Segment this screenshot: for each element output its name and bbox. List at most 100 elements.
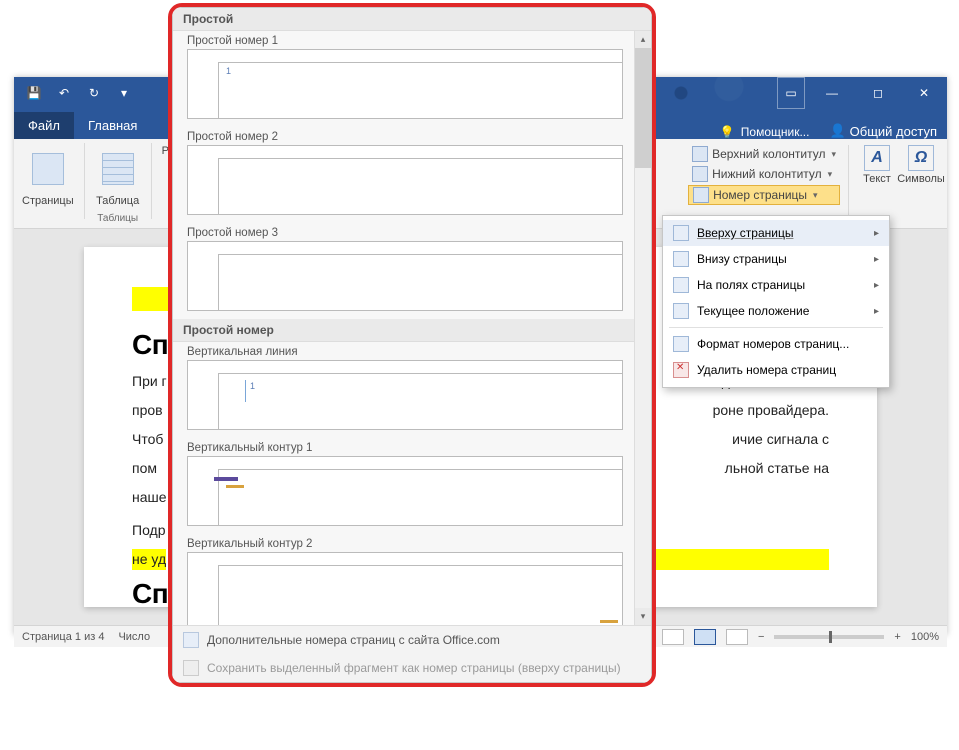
- zoom-out-icon[interactable]: −: [758, 631, 764, 643]
- gallery-item-simple-2[interactable]: [187, 145, 623, 215]
- submenu-current-position[interactable]: Текущее положение▸: [663, 298, 889, 324]
- para-frag: роне провайдера.: [713, 400, 829, 421]
- remove-icon: [673, 362, 689, 378]
- gallery-item-vertical-contour-2[interactable]: [187, 552, 623, 625]
- gallery-save-selection: Сохранить выделенный фрагмент как номер …: [173, 654, 651, 682]
- table-label: Таблица: [96, 195, 139, 207]
- symbols-icon: Ω: [908, 145, 934, 171]
- page-number-button[interactable]: Номер страницы: [688, 185, 840, 205]
- header-button[interactable]: Верхний колонтитул: [688, 145, 840, 163]
- view-print-icon[interactable]: [694, 629, 716, 645]
- para-frag: наше: [132, 489, 167, 505]
- symbols-label: Символы: [897, 173, 945, 185]
- gallery-more-office[interactable]: Дополнительные номера страниц с сайта Of…: [173, 626, 651, 654]
- office-icon: [183, 632, 199, 648]
- tables-group-label: Таблицы: [97, 213, 138, 224]
- para-frag: При г: [132, 371, 167, 392]
- submenu-page-margins[interactable]: На полях страницы▸: [663, 272, 889, 298]
- submenu-label: На полях страницы: [697, 278, 805, 292]
- para-frag: пров: [132, 400, 163, 421]
- gallery-footer-label: Дополнительные номера страниц с сайта Of…: [207, 633, 500, 647]
- submenu-format-numbers[interactable]: Формат номеров страниц...: [663, 331, 889, 357]
- submenu-remove-numbers[interactable]: Удалить номера страниц: [663, 357, 889, 383]
- ribbon-display-icon[interactable]: ▭: [777, 77, 805, 109]
- footer-button[interactable]: Нижний колонтитул: [688, 165, 840, 183]
- minimize-icon[interactable]: —: [809, 77, 855, 109]
- pages-label: Страницы: [22, 195, 74, 207]
- status-page[interactable]: Страница 1 из 4: [22, 631, 104, 643]
- tell-me[interactable]: 💡 Помощник...: [710, 125, 820, 139]
- scroll-up-icon[interactable]: ▴: [635, 31, 651, 48]
- page-number-gallery: Простой Простой номер 1 1 Простой номер …: [168, 3, 656, 687]
- text-button[interactable]: A Текст: [857, 145, 897, 185]
- undo-icon[interactable]: ↶: [50, 81, 78, 105]
- format-icon: [673, 336, 689, 352]
- submenu-label: Внизу страницы: [697, 252, 787, 266]
- para-frag: Чтоб: [132, 429, 163, 450]
- submenu-label: Вверху страницы: [697, 226, 793, 240]
- scroll-thumb[interactable]: [635, 48, 651, 168]
- pages-button[interactable]: [25, 145, 71, 193]
- share-button[interactable]: 👤 Общий доступ: [819, 123, 947, 139]
- gallery-item-label: Вертикальный контур 1: [179, 438, 631, 456]
- gallery-item-label: Простой номер 3: [179, 223, 631, 241]
- page-icon: [32, 153, 64, 185]
- page-margins-icon: [673, 277, 689, 293]
- person-icon: 👤: [829, 123, 845, 139]
- submenu-top-of-page[interactable]: Вверху страницы▸: [663, 220, 889, 246]
- header-icon: [692, 146, 708, 162]
- redo-icon[interactable]: ↻: [80, 81, 108, 105]
- quick-access-toolbar: 💾 ↶ ↻ ▾: [14, 81, 144, 105]
- title-decoration: [657, 77, 777, 109]
- gallery-item-vertical-contour-1[interactable]: [187, 456, 623, 526]
- lightbulb-icon: 💡: [720, 125, 735, 139]
- table-button[interactable]: [95, 145, 141, 193]
- zoom-in-icon[interactable]: +: [894, 631, 900, 643]
- current-pos-icon: [673, 303, 689, 319]
- submenu-label: Текущее положение: [697, 304, 809, 318]
- page-number-submenu: Вверху страницы▸ Внизу страницы▸ На поля…: [662, 215, 890, 388]
- qat-customize-icon[interactable]: ▾: [110, 81, 138, 105]
- pages-group: Страницы: [20, 143, 76, 209]
- gallery-item-simple-1[interactable]: 1: [187, 49, 623, 119]
- tab-file[interactable]: Файл: [14, 112, 74, 139]
- save-selection-icon: [183, 660, 199, 676]
- view-web-icon[interactable]: [726, 629, 748, 645]
- view-read-icon[interactable]: [662, 629, 684, 645]
- gallery-item-simple-3[interactable]: [187, 241, 623, 311]
- submenu-label: Удалить номера страниц: [697, 363, 836, 377]
- symbols-button[interactable]: Ω Символы: [901, 145, 941, 185]
- table-icon: [102, 153, 134, 185]
- footer-icon: [692, 166, 708, 182]
- close-icon[interactable]: ✕: [901, 77, 947, 109]
- para-frag: Подр: [132, 522, 166, 538]
- maximize-icon[interactable]: ◻: [855, 77, 901, 109]
- status-words[interactable]: Число: [118, 631, 150, 643]
- tell-me-label: Помощник...: [741, 125, 810, 139]
- share-label: Общий доступ: [850, 124, 937, 139]
- para-highlight: [628, 549, 829, 570]
- para-frag: ичие сигнала с: [732, 429, 829, 450]
- gallery-category-plain: Простой номер: [173, 319, 637, 342]
- text-label: Текст: [863, 173, 891, 185]
- para-frag: льной статье на: [725, 458, 829, 479]
- header-footer-group: Верхний колонтитул Нижний колонтитул Ном…: [688, 143, 941, 221]
- page-bottom-icon: [673, 251, 689, 267]
- gallery-item-vertical-line[interactable]: 1: [187, 360, 623, 430]
- gallery-item-label: Вертикальная линия: [179, 342, 631, 360]
- gallery-item-label: Простой номер 2: [179, 127, 631, 145]
- tab-home[interactable]: Главная: [74, 112, 151, 139]
- submenu-bottom-of-page[interactable]: Внизу страницы▸: [663, 246, 889, 272]
- page-number-label: Номер страницы: [713, 188, 807, 202]
- gallery-category-simple: Простой: [173, 8, 651, 31]
- save-icon[interactable]: 💾: [20, 81, 48, 105]
- scroll-down-icon[interactable]: ▾: [635, 608, 651, 625]
- zoom-level[interactable]: 100%: [911, 631, 939, 643]
- submenu-label: Формат номеров страниц...: [697, 337, 849, 351]
- tables-group: Таблица Таблицы: [93, 143, 143, 226]
- gallery-item-label: Простой номер 1: [179, 31, 631, 49]
- gallery-scrollbar[interactable]: ▴ ▾: [634, 31, 651, 625]
- para-highlight: не уд: [132, 549, 166, 570]
- zoom-slider[interactable]: [774, 635, 884, 639]
- header-label: Верхний колонтитул: [712, 147, 825, 161]
